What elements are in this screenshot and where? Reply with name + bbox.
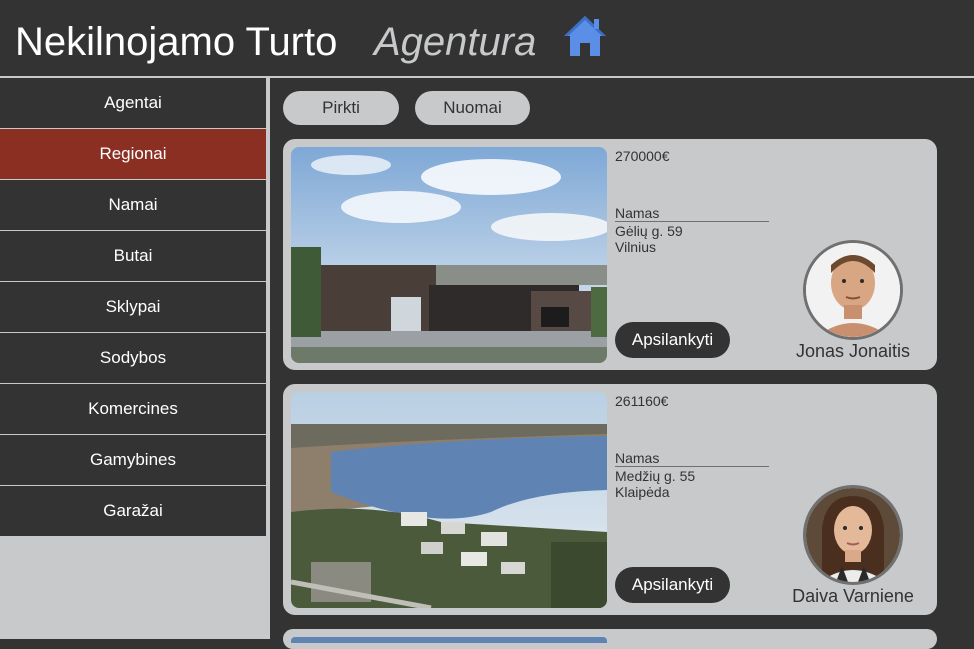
sidebar-item-namai[interactable]: Namai xyxy=(0,180,266,231)
listing-photo[interactable] xyxy=(291,147,607,363)
listing-type: Namas xyxy=(615,450,769,467)
listing-card xyxy=(283,629,937,649)
listing-price: 261160€ xyxy=(615,393,669,409)
listing-city: Vilnius xyxy=(615,239,656,255)
sidebar-item-butai[interactable]: Butai xyxy=(0,231,266,282)
agent-avatar[interactable] xyxy=(803,485,903,585)
listing-street: Gėlių g. 59 xyxy=(615,223,683,239)
listing-card: 270000€ Namas Gėlių g. 59 Vilnius Apsila… xyxy=(283,139,937,370)
sidebar-item-agentai[interactable]: Agentai xyxy=(0,78,266,129)
main-content: Pirkti Nuomai 270000€ Namas Gėlių g. 59 … xyxy=(270,78,974,649)
site-title-accent: Agentura xyxy=(374,20,537,64)
header: Nekilnojamo Turto Agentura xyxy=(0,0,974,78)
listing-type: Namas xyxy=(615,205,769,222)
site-title: Nekilnojamo Turto xyxy=(15,20,338,64)
sidebar-item-sklypai[interactable]: Sklypai xyxy=(0,282,266,333)
agent-avatar[interactable] xyxy=(803,240,903,340)
listing-photo[interactable] xyxy=(291,392,607,608)
listing-street: Medžių g. 55 xyxy=(615,468,696,484)
agent-name: Daiva Varniene xyxy=(792,586,914,606)
sidebar-item-regionai[interactable]: Regionai xyxy=(0,129,266,180)
sidebar-item-sodybos[interactable]: Sodybos xyxy=(0,333,266,384)
sidebar-item-garazai[interactable]: Garažai xyxy=(0,486,266,537)
listing-card: 261160€ Namas Medžių g. 55 Klaipėda Apsi… xyxy=(283,384,937,615)
visit-button[interactable]: Apsilankyti xyxy=(615,567,730,603)
sidebar-item-gamybines[interactable]: Gamybines xyxy=(0,435,266,486)
listing-city: Klaipėda xyxy=(615,484,670,500)
sidebar-item-komercines[interactable]: Komercines xyxy=(0,384,266,435)
listing-price: 270000€ xyxy=(615,148,670,164)
sidebar: Agentai Regionai Namai Butai Sklypai Sod… xyxy=(0,78,270,639)
rent-filter-button[interactable]: Nuomai xyxy=(415,91,530,125)
home-icon[interactable] xyxy=(562,14,608,58)
agent-name: Jonas Jonaitis xyxy=(795,341,911,361)
listing-photo[interactable] xyxy=(291,637,607,643)
buy-filter-button[interactable]: Pirkti xyxy=(283,91,399,125)
visit-button[interactable]: Apsilankyti xyxy=(615,322,730,358)
